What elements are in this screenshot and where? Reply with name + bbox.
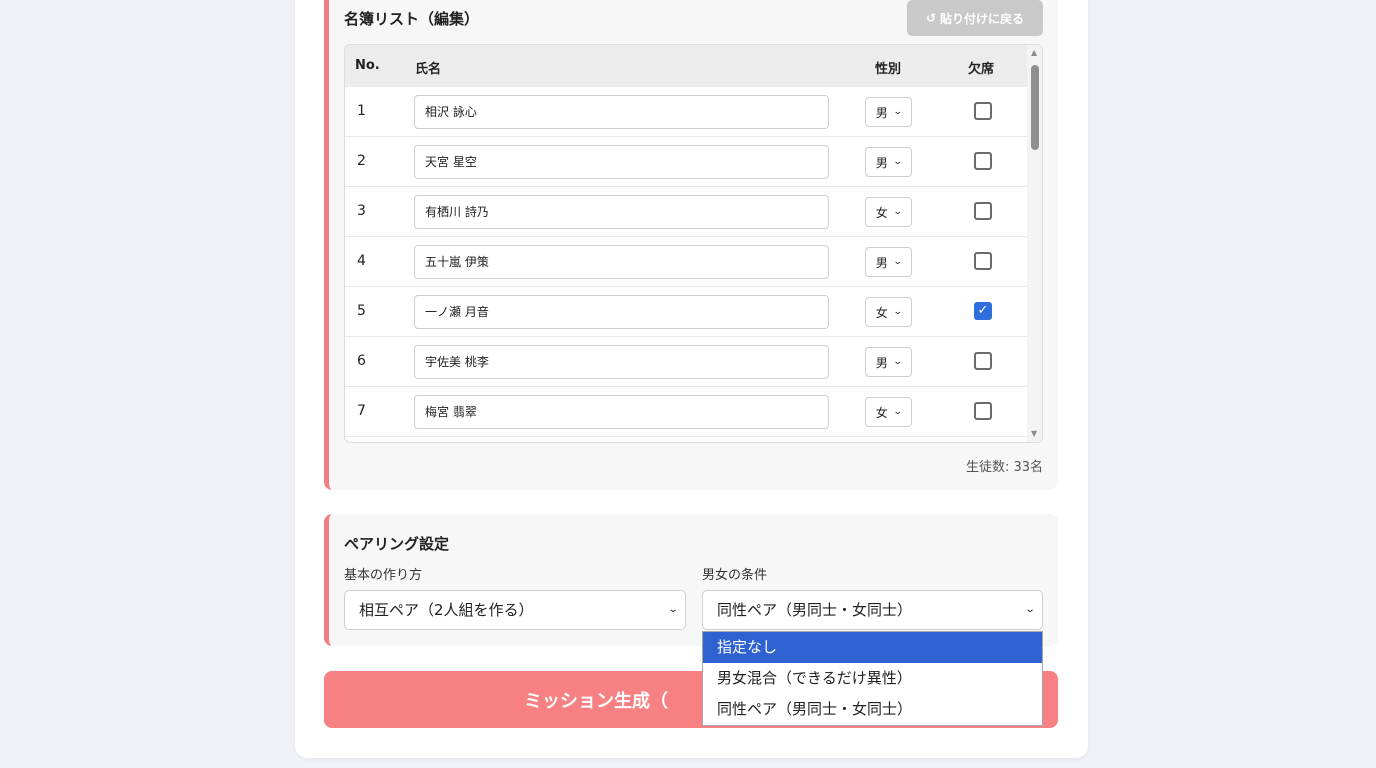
- sex-select-value: 男: [875, 155, 888, 170]
- chevron-down-icon: ⌄: [892, 357, 903, 367]
- gender-option-mixed[interactable]: 男女混合（できるだけ異性）: [703, 663, 1042, 694]
- pairing-title: ペアリング設定: [344, 535, 450, 553]
- sex-select-value: 女: [875, 305, 888, 320]
- chevron-down-icon: ⌄: [667, 604, 679, 615]
- row-number: 4: [357, 253, 366, 269]
- chevron-down-icon: ⌄: [892, 257, 903, 267]
- gender-select-value: 同性ペア（男同士・女同士）: [717, 601, 913, 619]
- absent-checkbox[interactable]: [974, 202, 992, 220]
- name-input[interactable]: 五十嵐 伊策: [414, 245, 829, 279]
- sex-select-value: 女: [875, 205, 888, 220]
- sex-select-value: 男: [875, 255, 888, 270]
- chevron-down-icon: ⌄: [892, 307, 903, 317]
- sex-select-value: 男: [875, 355, 888, 370]
- name-input[interactable]: 有栖川 詩乃: [414, 195, 829, 229]
- absent-checkbox[interactable]: [974, 152, 992, 170]
- chevron-down-icon: ⌄: [892, 157, 903, 167]
- gender-option-same[interactable]: 同性ペア（男同士・女同士）: [703, 694, 1042, 725]
- absent-checkbox[interactable]: [974, 402, 992, 420]
- row-number: 7: [357, 403, 366, 419]
- sex-select[interactable]: 男 ⌄: [865, 347, 912, 377]
- row-number: 3: [357, 203, 366, 219]
- chevron-down-icon: ⌄: [892, 407, 903, 417]
- table-scrollbar[interactable]: ▲ ▼: [1027, 45, 1042, 442]
- restore-icon: ↺: [925, 11, 937, 25]
- name-input[interactable]: 梅宮 翡翠: [414, 395, 829, 429]
- table-row: 2 天宮 星空男 ⌄: [345, 137, 1027, 187]
- header-absent: 欠席: [968, 62, 995, 77]
- header-no: No.: [355, 58, 380, 73]
- chevron-down-icon: ⌄: [1024, 604, 1036, 615]
- name-input[interactable]: 相沢 詠心: [414, 95, 829, 129]
- header-name: 氏名: [415, 62, 442, 77]
- scroll-thumb[interactable]: [1031, 65, 1039, 150]
- absent-checkbox[interactable]: ✓: [974, 302, 992, 320]
- sex-select[interactable]: 男 ⌄: [865, 97, 912, 127]
- restore-paste-label: 貼り付けに戻る: [940, 11, 1025, 26]
- roster-title: 名簿リスト（編集）: [344, 10, 480, 28]
- row-number: 5: [357, 303, 366, 319]
- absent-checkbox[interactable]: [974, 352, 992, 370]
- method-select-value: 相互ペア（2人組を作る）: [359, 601, 534, 619]
- roster-table[interactable]: No. 氏名 性別 欠席 1 相沢 詠心男 ⌄ 2 天宮 星空男 ⌄ 3 有栖川 詩乃女 ⌄ 4 五…: [344, 44, 1043, 443]
- table-row: 7 梅宮 翡翠女 ⌄: [345, 387, 1027, 437]
- sex-select[interactable]: 女 ⌄: [865, 297, 912, 327]
- generate-mission-label: ミッション生成（: [524, 690, 668, 712]
- gender-label: 男女の条件: [702, 568, 768, 583]
- restore-paste-button[interactable]: ↺ 貼り付けに戻る: [907, 0, 1043, 36]
- gender-option-none[interactable]: 指定なし: [703, 632, 1042, 663]
- table-row: 4 五十嵐 伊策男 ⌄: [345, 237, 1027, 287]
- table-row: 6 宇佐美 桃李男 ⌄: [345, 337, 1027, 387]
- method-label: 基本の作り方: [344, 568, 423, 583]
- table-row: 3 有栖川 詩乃女 ⌄: [345, 187, 1027, 237]
- table-header: No. 氏名 性別 欠席: [345, 45, 1027, 87]
- student-count: 生徒数: 33名: [965, 460, 1043, 475]
- gender-dropdown-list[interactable]: 指定なし 男女混合（できるだけ異性） 同性ペア（男同士・女同士）: [702, 631, 1043, 726]
- row-number: 2: [357, 153, 366, 169]
- chevron-down-icon: ⌄: [892, 207, 903, 217]
- sex-select[interactable]: 男 ⌄: [865, 247, 912, 277]
- sex-select-value: 女: [875, 405, 888, 420]
- sex-select[interactable]: 男 ⌄: [865, 147, 912, 177]
- table-row: 5 一ノ瀬 月音女 ⌄ ✓: [345, 287, 1027, 337]
- sex-select-value: 男: [875, 105, 888, 120]
- gender-select[interactable]: 同性ペア（男同士・女同士） ⌄: [702, 590, 1043, 630]
- absent-checkbox[interactable]: [974, 102, 992, 120]
- scroll-down-arrow-icon[interactable]: ▼: [1031, 429, 1037, 438]
- name-input[interactable]: 一ノ瀬 月音: [414, 295, 829, 329]
- row-number: 6: [357, 353, 366, 369]
- header-sex: 性別: [875, 62, 902, 77]
- sex-select[interactable]: 女 ⌄: [865, 197, 912, 227]
- name-input[interactable]: 宇佐美 桃李: [414, 345, 829, 379]
- method-select[interactable]: 相互ペア（2人組を作る） ⌄: [344, 590, 686, 630]
- chevron-down-icon: ⌄: [892, 107, 903, 117]
- scroll-up-arrow-icon[interactable]: ▲: [1031, 48, 1037, 57]
- absent-checkbox[interactable]: [974, 252, 992, 270]
- row-number: 1: [357, 103, 366, 119]
- sex-select[interactable]: 女 ⌄: [865, 397, 912, 427]
- table-row: 1 相沢 詠心男 ⌄: [345, 87, 1027, 137]
- name-input[interactable]: 天宮 星空: [414, 145, 829, 179]
